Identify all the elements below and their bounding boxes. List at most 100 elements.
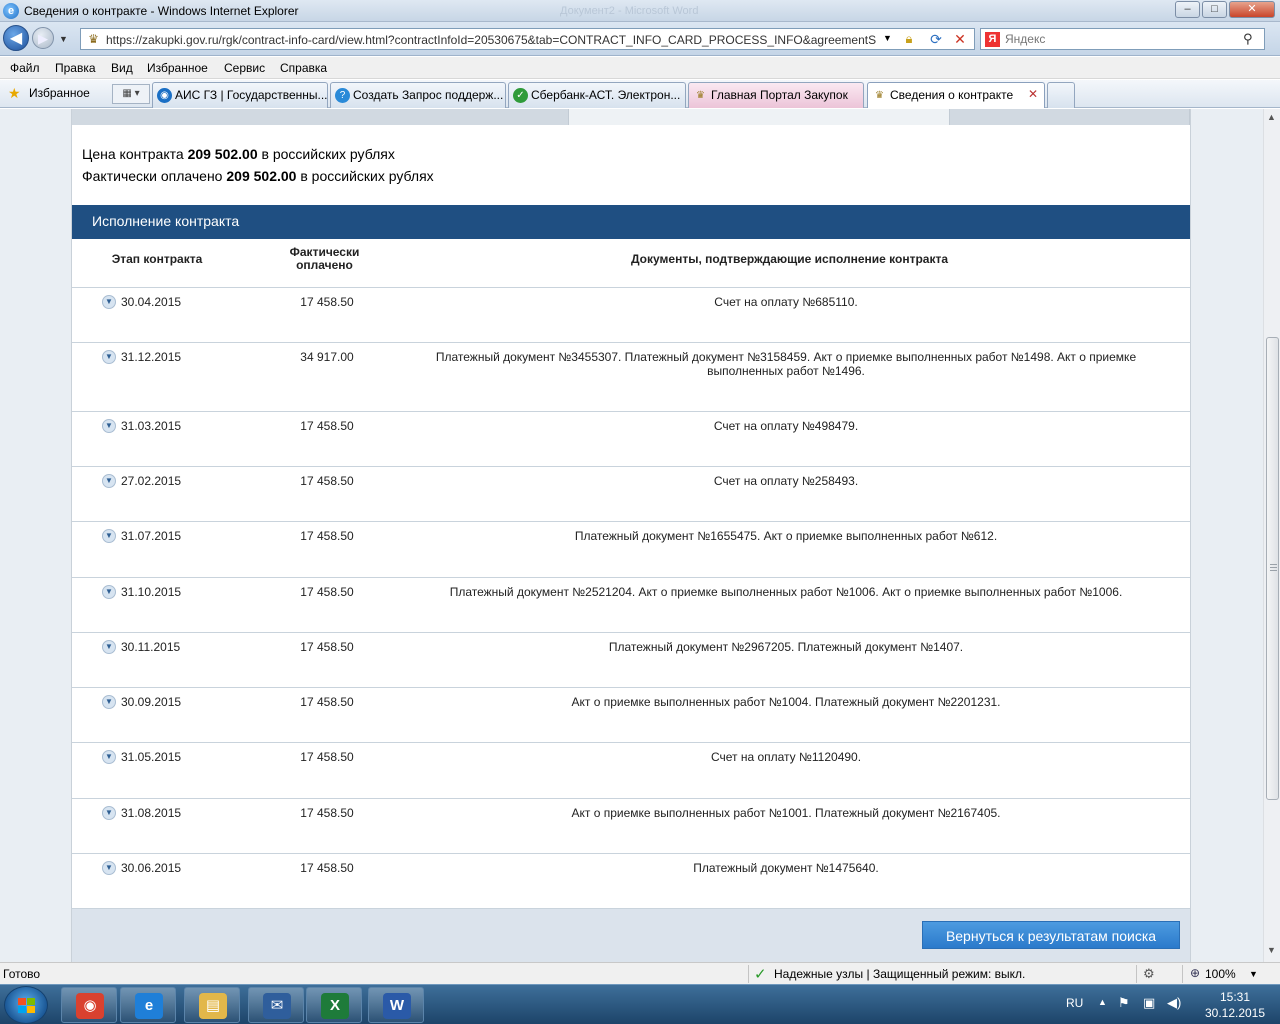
ie-logo-icon: e (3, 3, 19, 19)
start-button[interactable] (4, 986, 48, 1024)
network-icon[interactable]: ▣ (1143, 995, 1155, 1011)
scroll-down-icon[interactable]: ▼ (1267, 945, 1276, 955)
taskbar-app-button[interactable]: ✉ (248, 987, 304, 1023)
thunderbird-icon: ✉ (263, 993, 291, 1019)
stage-date: 31.05.2015 (121, 750, 182, 764)
sberbank-icon: ✓ (513, 88, 528, 103)
search-box[interactable]: Я ⚲ (980, 28, 1265, 50)
search-input[interactable] (1005, 31, 1235, 47)
favorites-bar: ★ Избранное ▦ ▾ ◉ АИС ГЗ | Государственн… (0, 80, 1280, 108)
tab-support-request[interactable]: ? Создать Запрос поддерж... (330, 82, 506, 108)
expand-chevron-icon[interactable]: ▼ (102, 474, 116, 488)
menu-favorites[interactable]: Избранное (147, 61, 208, 75)
menu-bar: Файл Правка Вид Избранное Сервис Справка (0, 57, 1280, 79)
stage-paid: 17 458.50 (300, 806, 354, 820)
tab-label: Создать Запрос поддерж... (353, 88, 504, 102)
expand-chevron-icon[interactable]: ▼ (102, 861, 116, 875)
menu-view[interactable]: Вид (111, 61, 133, 75)
expand-chevron-icon[interactable]: ▼ (102, 806, 116, 820)
expand-chevron-icon[interactable]: ▼ (102, 295, 116, 309)
lock-icon[interactable]: 🔒︎ (901, 31, 917, 47)
stage-paid: 17 458.50 (300, 750, 354, 764)
back-button[interactable]: ◀ (3, 25, 29, 51)
menu-file[interactable]: Файл (10, 61, 40, 75)
ie-icon: e (135, 993, 163, 1019)
stage-documents: Платежный документ №3455307. Платежный д… (435, 350, 1137, 378)
forward-button[interactable]: ▶ (32, 27, 54, 49)
stage-documents: Счет на оплату №258493. (713, 474, 859, 488)
maximize-button[interactable]: □ (1202, 1, 1227, 18)
tab-contract-info[interactable]: ♛ Сведения о контракте ✕ (867, 82, 1045, 108)
clock-date[interactable]: 30.12.2015 (1200, 1006, 1270, 1020)
stage-date: 30.11.2015 (121, 640, 181, 654)
address-bar[interactable]: ♛ https://zakupki.gov.ru/rgk/contract-in… (80, 28, 975, 50)
status-bar: Готово ✓ Надежные узлы | Защищенный режи… (0, 962, 1280, 984)
expand-chevron-icon[interactable]: ▼ (102, 585, 116, 599)
card-tab[interactable] (950, 109, 1190, 125)
expand-chevron-icon[interactable]: ▼ (102, 350, 116, 364)
scroll-thumb[interactable] (1266, 337, 1279, 800)
taskbar-app-button[interactable]: W (368, 987, 424, 1023)
card-tab-selected[interactable] (569, 109, 950, 125)
popup-settings-icon[interactable]: ⚙ (1143, 966, 1155, 982)
history-dropdown-icon[interactable]: ▼ (59, 34, 68, 44)
expand-chevron-icon[interactable]: ▼ (102, 695, 116, 709)
taskbar-app-button[interactable]: ▤ (184, 987, 240, 1023)
refresh-icon[interactable]: ⟳ (927, 30, 945, 48)
address-url[interactable]: https://zakupki.gov.ru/rgk/contract-info… (106, 33, 876, 47)
zoom-icon[interactable]: ⊕ (1190, 966, 1200, 980)
table-row: ▼ 31.07.2015 17 458.50 Платежный документ №… (72, 522, 1190, 578)
expand-chevron-icon[interactable]: ▼ (102, 419, 116, 433)
language-indicator[interactable]: RU (1066, 996, 1083, 1010)
contract-paid: Фактически оплачено 209 502.00 в российс… (82, 168, 434, 184)
new-tab-button[interactable] (1047, 82, 1075, 108)
contract-price-value: 209 502.00 (187, 146, 258, 162)
taskbar-app-button[interactable]: ◉ (61, 987, 117, 1023)
close-tab-icon[interactable]: ✕ (1028, 87, 1038, 101)
expand-chevron-icon[interactable]: ▼ (102, 640, 116, 654)
favorites-star-icon[interactable]: ★ (8, 85, 21, 102)
taskbar-app-button[interactable]: X (306, 987, 362, 1023)
stop-icon[interactable]: ✕ (951, 30, 969, 48)
stage-paid: 17 458.50 (300, 295, 354, 309)
vertical-scrollbar[interactable]: ▲ ▼ (1263, 109, 1280, 962)
globe-icon: ◉ (157, 88, 172, 103)
zoom-level[interactable]: 100% (1205, 967, 1236, 981)
search-icon[interactable]: ⚲ (1243, 31, 1253, 47)
tab-sberbank-ast[interactable]: ✓ Сбербанк-АСТ. Электрон... (508, 82, 686, 108)
table-row: ▼ 31.05.2015 17 458.50 Счет на оплату №1120… (72, 743, 1190, 799)
tab-label: АИС ГЗ | Государственны... (175, 88, 328, 102)
tray-expand-icon[interactable]: ▲ (1098, 997, 1107, 1007)
close-button[interactable]: ✕ (1229, 1, 1275, 18)
menu-edit[interactable]: Правка (55, 61, 96, 75)
card-tab[interactable] (72, 109, 569, 125)
clock-time[interactable]: 15:31 (1200, 990, 1270, 1004)
tab-label: Сведения о контракте (890, 88, 1014, 102)
expand-chevron-icon[interactable]: ▼ (102, 750, 116, 764)
volume-icon[interactable]: ◀︎) (1167, 995, 1181, 1011)
help-icon: ? (335, 88, 350, 103)
stage-date: 31.08.2015 (121, 806, 182, 820)
zoom-dropdown-icon[interactable]: ▼ (1249, 969, 1258, 979)
quick-tabs-button[interactable]: ▦ ▾ (112, 84, 150, 104)
security-zone[interactable]: Надежные узлы | Защищенный режим: выкл. (774, 967, 1025, 981)
menu-tools[interactable]: Сервис (224, 61, 265, 75)
stage-paid: 34 917.00 (300, 350, 354, 364)
taskbar-app-button[interactable]: e (120, 987, 176, 1023)
status-divider (1182, 965, 1183, 983)
menu-help[interactable]: Справка (280, 61, 327, 75)
tab-zakupki-main[interactable]: ♛ Главная Портал Закупок (688, 82, 864, 108)
action-center-flag-icon[interactable]: ⚑ (1118, 995, 1130, 1011)
stage-documents: Платежный документ №2967205. Платежный д… (608, 640, 964, 654)
minimize-button[interactable]: – (1175, 1, 1200, 18)
trusted-check-icon: ✓ (754, 966, 767, 983)
back-to-search-button[interactable]: Вернуться к результатам поиска (922, 921, 1180, 949)
word-icon: W (383, 993, 411, 1019)
stage-paid: 17 458.50 (300, 861, 354, 875)
address-dropdown-icon[interactable]: ▼ (883, 33, 892, 43)
expand-chevron-icon[interactable]: ▼ (102, 529, 116, 543)
stage-date: 30.04.2015 (121, 295, 182, 309)
tab-ais-gz[interactable]: ◉ АИС ГЗ | Государственны... (152, 82, 328, 108)
scroll-up-icon[interactable]: ▲ (1267, 112, 1276, 122)
favorites-button[interactable]: Избранное (29, 86, 90, 100)
